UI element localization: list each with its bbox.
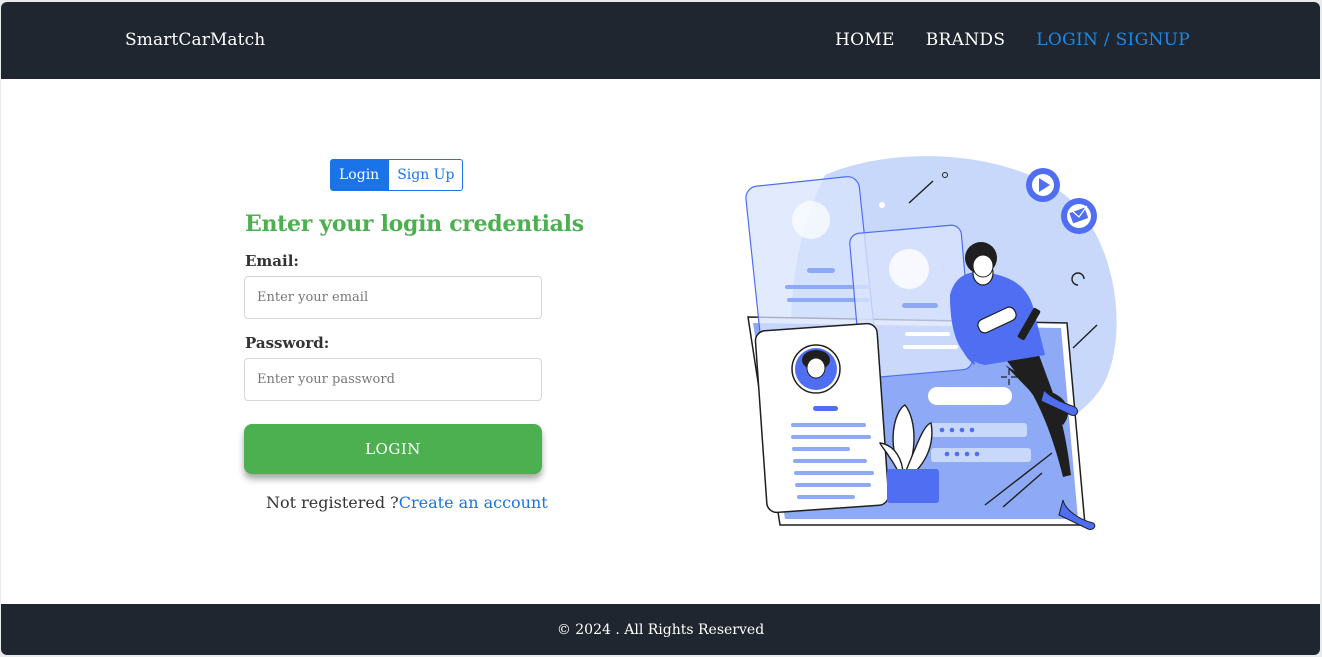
nav-link-login-signup[interactable]: LOGIN / SIGNUP [1036, 30, 1190, 50]
navbar: SmartCarMatch HOME BRANDS LOGIN / SIGNUP [1, 2, 1320, 79]
login-illustration [745, 156, 1117, 530]
password-label: Password: [245, 334, 330, 352]
form-heading: Enter your login credentials [245, 211, 584, 237]
create-account-link[interactable]: Create an account [399, 493, 548, 512]
register-prompt: Not registered ?Create an account [266, 493, 548, 512]
page-frame: SmartCarMatch HOME BRANDS LOGIN / SIGNUP… [1, 2, 1320, 655]
email-field[interactable] [244, 276, 542, 319]
footer-copyright: © 2024 . All Rights Reserved [556, 621, 765, 638]
register-prompt-text: Not registered ? [266, 493, 399, 512]
nav-link-home[interactable]: HOME [835, 30, 895, 50]
nav-link-brands[interactable]: BRANDS [926, 30, 1006, 50]
nav-links: HOME BRANDS LOGIN / SIGNUP [835, 30, 1190, 50]
login-button[interactable]: LOGIN [244, 424, 542, 474]
footer: © 2024 . All Rights Reserved [1, 604, 1320, 655]
brand-logo-link[interactable]: SmartCarMatch [125, 30, 265, 50]
auth-tabs: Login Sign Up [330, 159, 464, 191]
main-content: Login Sign Up Enter your login credentia… [1, 79, 1320, 604]
tab-login[interactable]: Login [330, 159, 389, 191]
email-label: Email: [245, 252, 299, 270]
password-field[interactable] [244, 358, 542, 401]
tab-sign-up[interactable]: Sign Up [388, 159, 464, 191]
